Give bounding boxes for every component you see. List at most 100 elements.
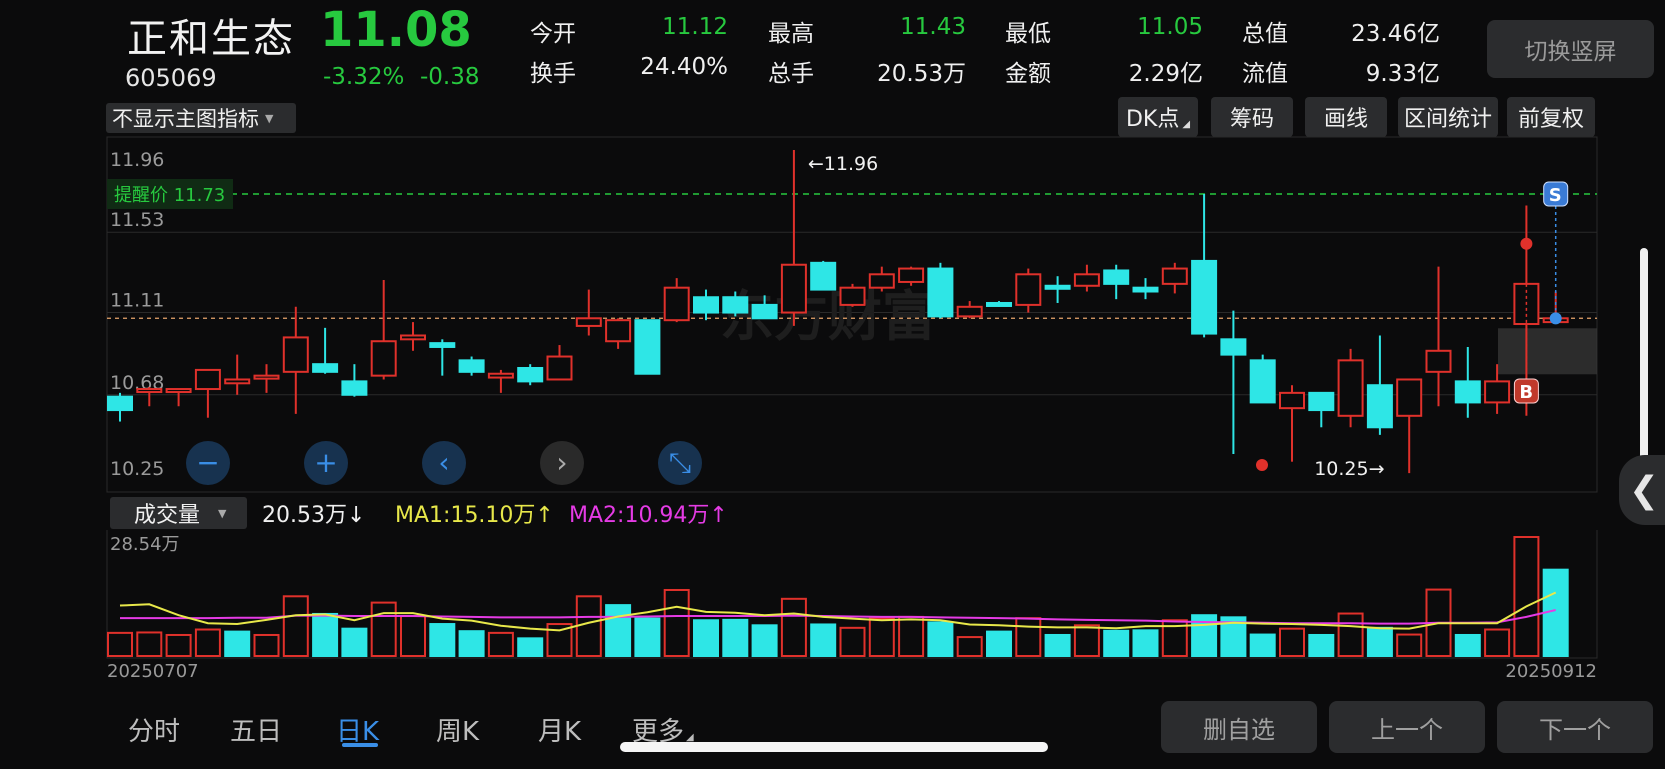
y-axis-label: 10.25 [110, 458, 164, 480]
toolbar-button[interactable]: 画线 [1305, 97, 1387, 137]
candle-body [253, 374, 280, 380]
candle-body [693, 296, 719, 314]
pan-left-button[interactable]: ‹ [422, 441, 466, 485]
stat-label: 最低 [1005, 21, 1051, 47]
candle-body [546, 355, 573, 381]
volume-bar [517, 637, 544, 658]
y-axis-label: 11.11 [110, 290, 164, 312]
candle-body [839, 286, 866, 306]
corner-icon: ◢ [1182, 118, 1191, 130]
volume-chart[interactable]: 28.54万02025070720250912 [0, 530, 1620, 680]
stat-value: 11.12 [662, 14, 728, 40]
volume-bar [1484, 628, 1511, 658]
volume-bar [1454, 633, 1481, 657]
candle-body [370, 340, 397, 377]
pan-right-button[interactable]: › [540, 441, 584, 485]
stat-label: 最高 [768, 21, 814, 47]
switch-portrait-button[interactable]: 切换竖屏 [1487, 20, 1654, 78]
zoom-in-button[interactable]: + [304, 441, 348, 485]
stat-label: 金额 [1005, 61, 1051, 87]
toolbar-button[interactable]: 前复权 [1507, 97, 1595, 137]
volume-bar [898, 615, 925, 657]
volume-bar [136, 631, 163, 658]
candle-body [1279, 391, 1305, 410]
period-tab[interactable]: 月K [538, 711, 581, 748]
collapse-panel-tab[interactable]: ❮ [1619, 455, 1665, 525]
candle-body [634, 319, 661, 375]
candle-body [898, 267, 925, 283]
candlestick-chart[interactable]: 11.9611.5311.1110.6810.25东方财富提醒价 11.73←1… [0, 135, 1620, 495]
candle-body [136, 388, 163, 394]
shrink-button[interactable]: ⤡ [658, 441, 702, 485]
stock-change-percent: -3.32% [323, 64, 405, 90]
volume-bar [1015, 617, 1042, 657]
volume-bar [1132, 629, 1159, 657]
candle-body [1425, 349, 1452, 373]
previous-stock-button[interactable]: 上一个 [1329, 701, 1485, 753]
toolbar-button-label: 画线 [1323, 107, 1368, 132]
zoom-out-button[interactable]: − [186, 441, 230, 485]
period-tab-label: 分时 [128, 717, 181, 747]
shrink-icon: ⤡ [669, 446, 691, 479]
volume-bar [1513, 536, 1540, 658]
candle-body [868, 273, 895, 289]
volume-bar [663, 588, 690, 657]
candle-body [312, 363, 339, 373]
remove-watchlist-button[interactable]: 删自选 [1161, 701, 1317, 753]
candle-body [1161, 267, 1188, 285]
stat-value: 9.33亿 [1365, 61, 1440, 87]
candle-body [1396, 378, 1423, 417]
volume-bar [605, 604, 632, 658]
volume-bar [1366, 626, 1393, 657]
stat-label: 总手 [768, 61, 814, 87]
candle-body [282, 336, 309, 373]
stock-code: 605069 [125, 64, 217, 92]
volume-bar [282, 595, 309, 658]
volume-indicator-select[interactable]: 成交量 ▼ [110, 497, 247, 529]
stat-value: 24.40% [640, 54, 728, 80]
candle-body [1366, 384, 1393, 429]
period-tab[interactable]: 分时 [128, 711, 180, 748]
candle-body [810, 261, 837, 291]
stock-price: 11.08 [320, 2, 472, 58]
volume-bar [1396, 633, 1423, 657]
signal-dot [1256, 459, 1268, 471]
stock-change-amount: -0.38 [420, 64, 480, 90]
stat-value: 11.05 [1137, 14, 1203, 40]
candle-body [956, 305, 983, 318]
volume-current: 20.53万↓ [262, 503, 366, 528]
volume-bar [429, 623, 456, 657]
volume-bar [956, 636, 983, 657]
candle-body [1484, 380, 1511, 404]
signal-dot [1520, 237, 1533, 250]
volume-bar [1044, 633, 1071, 657]
main-indicator-select[interactable]: 不显示主图指标 ▼ [106, 103, 296, 133]
candle-body [1220, 338, 1247, 356]
toolbar-button[interactable]: DK点 ◢ [1118, 97, 1198, 137]
zoom-out-icon: − [196, 446, 219, 479]
period-tab-label: 月K [538, 717, 582, 747]
toolbar-button-label: 筹码 [1229, 107, 1274, 132]
chevron-down-icon: ▼ [265, 111, 274, 125]
toolbar-button-label: DK点 [1125, 107, 1180, 132]
volume-bar [1249, 633, 1276, 657]
period-tab[interactable]: 周K [436, 711, 479, 748]
y-axis-label: 11.96 [110, 149, 164, 171]
volume-bar [341, 627, 368, 657]
period-tab[interactable]: 五日 [230, 711, 282, 748]
candle-body [575, 317, 602, 327]
candle-body [224, 378, 251, 385]
candle-body [165, 388, 192, 394]
volume-bar [634, 617, 661, 657]
low-price-marker: 10.25→ [1314, 458, 1384, 480]
volume-bar [194, 628, 221, 658]
candle-body [107, 395, 133, 412]
volume-bar [1279, 627, 1305, 657]
toolbar-button[interactable]: 筹码 [1211, 97, 1293, 137]
toolbar-button[interactable]: 区间统计 [1398, 97, 1498, 137]
next-stock-button[interactable]: 下一个 [1497, 701, 1653, 753]
volume-bar [400, 615, 426, 657]
volume-bar [224, 630, 251, 657]
buy-badge-label: B [1519, 382, 1533, 403]
candle-body [1454, 380, 1481, 404]
